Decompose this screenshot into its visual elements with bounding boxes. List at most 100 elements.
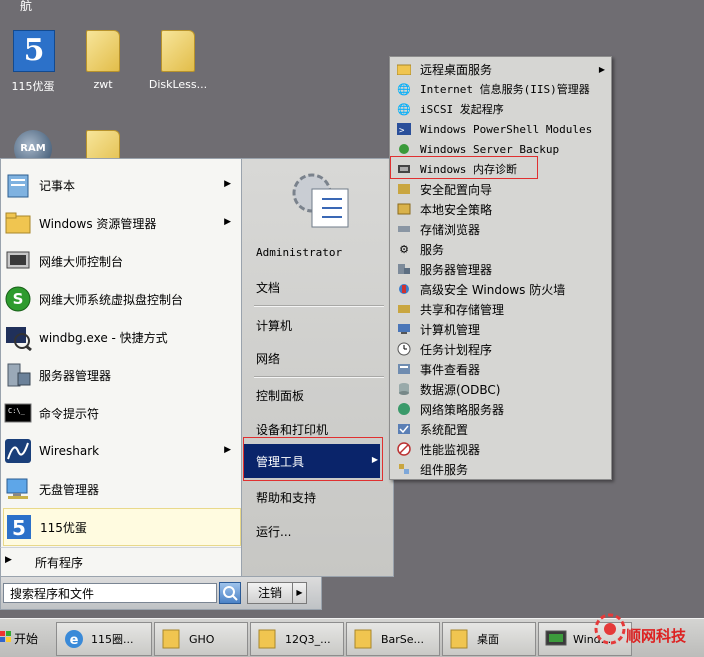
- taskbar-button-12q3[interactable]: 12Q3_...: [250, 622, 344, 656]
- submenu-item-storage-explorer[interactable]: 存储浏览器: [392, 219, 609, 239]
- control-panel-link[interactable]: 控制面板: [256, 387, 304, 404]
- wireshark-icon: [3, 436, 33, 466]
- admin-tools-gear-icon: [288, 163, 352, 231]
- submenu-item-odbc[interactable]: 数据源(ODBC): [392, 379, 609, 399]
- submenu-item-component-services[interactable]: 组件服务: [392, 459, 609, 479]
- taskbar-button-115[interactable]: e 115圈...: [56, 622, 152, 656]
- submenu-label: Internet 信息服务(IIS)管理器: [420, 83, 590, 96]
- program-115[interactable]: 5 115优蛋: [3, 508, 241, 546]
- run-link[interactable]: 运行...: [256, 523, 291, 540]
- cmd-icon: C:\_: [3, 398, 33, 428]
- firewall-icon: [396, 282, 412, 296]
- chevron-right-icon: ▶: [224, 217, 231, 227]
- program-label: 115优蛋: [40, 520, 87, 535]
- folder-icon: [86, 30, 120, 72]
- submenu-item-event-viewer[interactable]: 事件查看器: [392, 359, 609, 379]
- program-notepad[interactable]: 记事本 ▶: [3, 167, 239, 203]
- program-explorer[interactable]: Windows 资源管理器 ▶: [3, 205, 239, 241]
- help-support-link[interactable]: 帮助和支持: [256, 489, 316, 506]
- submenu-item-performance-monitor[interactable]: 性能监视器: [392, 439, 609, 459]
- taskbar-button-gho[interactable]: GHO: [154, 622, 248, 656]
- desktop-icon-label: zwt: [93, 78, 113, 91]
- backup-icon: [396, 142, 412, 156]
- start-menu-programs: 记事本 ▶ Windows 资源管理器 ▶ 网维大师控制台 S 网维大师系统虚拟盘控…: [0, 158, 242, 548]
- submenu-item-server-manager[interactable]: 服务器管理器: [392, 259, 609, 279]
- all-programs-button[interactable]: ▶ 所有程序: [0, 547, 242, 577]
- server-manager-icon: [396, 262, 412, 276]
- highlight-box-memory-diagnostic: [390, 156, 538, 179]
- green-s-icon: S: [3, 284, 33, 314]
- desktop-icon-label: DiskLess...: [148, 78, 208, 91]
- program-virtual-disk-console[interactable]: S 网维大师系统虚拟盘控制台: [3, 281, 239, 317]
- component-services-icon: [396, 462, 412, 476]
- program-label: 网维大师控制台: [39, 254, 124, 269]
- submenu-item-task-scheduler[interactable]: 任务计划程序: [392, 339, 609, 359]
- start-menu: 记事本 ▶ Windows 资源管理器 ▶ 网维大师控制台 S 网维大师系统虚拟盘控…: [0, 158, 394, 610]
- computer-link[interactable]: 计算机: [256, 317, 292, 334]
- program-diskless-manager[interactable]: 无盘管理器: [3, 471, 239, 507]
- computer-management-icon: [396, 322, 412, 336]
- policy-icon: [396, 202, 412, 216]
- submenu-label: 事件查看器: [420, 362, 481, 377]
- submenu-item-local-security-policy[interactable]: 本地安全策略: [392, 199, 609, 219]
- program-cmd[interactable]: C:\_ 命令提示符: [3, 395, 239, 431]
- program-label: 服务器管理器: [39, 368, 112, 383]
- search-placeholder: 搜索程序和文件: [10, 587, 95, 601]
- start-button[interactable]: 开始: [0, 622, 44, 654]
- powershell-icon: >: [396, 122, 412, 136]
- logoff-button[interactable]: 注销 ▶: [247, 582, 307, 604]
- program-windbg[interactable]: windbg.exe - 快捷方式: [3, 319, 239, 355]
- app-115-icon: 5: [4, 512, 34, 542]
- taskbar-button-label: 115圈...: [91, 633, 134, 646]
- taskbar-button-desktop[interactable]: 桌面: [442, 622, 536, 656]
- submenu-item-remote-desktop[interactable]: 远程桌面服务 ▶: [392, 59, 609, 79]
- admin-tools-submenu: 远程桌面服务 ▶ 🌐 Internet 信息服务(IIS)管理器 🌐 iSCSI 发起…: [389, 56, 612, 480]
- submenu-item-system-configuration[interactable]: 系统配置: [392, 419, 609, 439]
- network-link[interactable]: 网络: [256, 350, 280, 367]
- submenu-item-share-storage[interactable]: 共享和存储管理: [392, 299, 609, 319]
- taskbar-button-label: 桌面: [477, 633, 499, 646]
- submenu-item-iis[interactable]: 🌐 Internet 信息服务(IIS)管理器: [392, 79, 609, 99]
- program-console[interactable]: 网维大师控制台: [3, 243, 239, 279]
- submenu-label: 网络策略服务器: [420, 402, 505, 417]
- search-button[interactable]: [219, 582, 241, 604]
- submenu-item-iscsi[interactable]: 🌐 iSCSI 发起程序: [392, 99, 609, 119]
- submenu-item-security-wizard[interactable]: 安全配置向导: [392, 179, 609, 199]
- gear-icon: ⚙: [399, 242, 409, 256]
- devices-printers-link[interactable]: 设备和打印机: [256, 421, 328, 438]
- folder-icon: [161, 628, 183, 650]
- submenu-item-services[interactable]: ⚙ 服务: [392, 239, 609, 259]
- submenu-label: 组件服务: [420, 462, 469, 477]
- desktop-top-label: 航: [20, 0, 33, 13]
- documents-link[interactable]: 文档: [256, 279, 280, 296]
- svg-text:S: S: [13, 290, 24, 308]
- share-icon: [396, 302, 412, 316]
- user-name-link[interactable]: Administrator: [256, 246, 342, 259]
- taskbar-button-barse[interactable]: BarSe...: [346, 622, 440, 656]
- watermark: 顺网科技: [592, 607, 702, 655]
- search-input[interactable]: 搜索程序和文件: [3, 583, 217, 603]
- program-label: 无盘管理器: [39, 482, 100, 497]
- windows-logo-icon: [0, 630, 12, 646]
- desktop-icon-zwt[interactable]: zwt: [70, 30, 136, 91]
- submenu-item-firewall[interactable]: 高级安全 Windows 防火墙: [392, 279, 609, 299]
- submenu-item-computer-management[interactable]: 计算机管理: [392, 319, 609, 339]
- separator: [254, 305, 384, 307]
- separator: [254, 376, 384, 378]
- start-label: 开始: [14, 631, 39, 646]
- program-server-manager[interactable]: 服务器管理器: [3, 357, 239, 393]
- program-label: 记事本: [39, 178, 76, 193]
- diskless-icon: [3, 474, 33, 504]
- chevron-right-icon[interactable]: ▶: [293, 583, 306, 603]
- submenu-item-network-policy-server[interactable]: 网络策略服务器: [392, 399, 609, 419]
- svg-text:C:\_: C:\_: [8, 407, 26, 415]
- performance-icon: [396, 442, 412, 456]
- monitor-icon: [545, 628, 567, 650]
- desktop-icon-115[interactable]: 5 115优蛋: [0, 30, 66, 94]
- submenu-label: 数据源(ODBC): [420, 382, 501, 397]
- submenu-item-powershell[interactable]: > Windows PowerShell Modules: [392, 119, 609, 139]
- event-viewer-icon: [396, 362, 412, 376]
- program-wireshark[interactable]: Wireshark ▶: [3, 433, 239, 469]
- globe-icon: [396, 402, 412, 416]
- desktop-icon-diskless[interactable]: DiskLess...: [138, 30, 218, 91]
